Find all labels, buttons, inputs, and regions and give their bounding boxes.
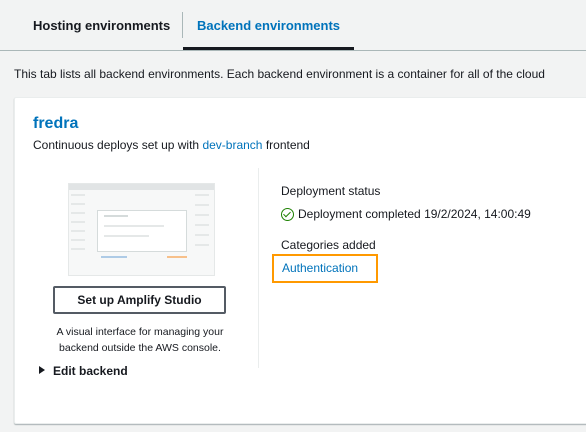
preview-top-bar [69, 184, 214, 190]
studio-help-line-1: A visual interface for managing your [56, 326, 224, 338]
categories-added-label: Categories added [281, 238, 376, 252]
preview-sidebar [71, 194, 85, 269]
tab-bar: Hosting environments Backend environment… [0, 0, 586, 51]
edit-backend-toggle[interactable]: Edit backend [39, 364, 128, 378]
setup-amplify-studio-button[interactable]: Set up Amplify Studio [53, 286, 226, 314]
studio-preview-image [68, 183, 215, 276]
tab-backend-environments[interactable]: Backend environments [183, 0, 354, 50]
env-desc-prefix: Continuous deploys set up with [33, 138, 203, 152]
tab-hosting-environments[interactable]: Hosting environments [33, 0, 170, 50]
branch-link[interactable]: dev-branch [202, 138, 262, 152]
deployment-status-value: Deployment completed 19/2/2024, 14:00:49 [281, 207, 531, 221]
deployment-status-text: Deployment completed 19/2/2024, 14:00:49 [298, 207, 531, 221]
studio-help-line-2: backend outside the AWS console. [59, 342, 221, 354]
edit-backend-label: Edit backend [53, 364, 128, 378]
backend-environment-card: fredra Continuous deploys set up with de… [14, 97, 586, 424]
preview-panel [97, 210, 187, 252]
caret-right-icon [39, 366, 45, 374]
authentication-category-link[interactable]: Authentication [272, 254, 378, 283]
studio-help-text: A visual interface for managing your bac… [45, 324, 235, 356]
preview-right-column [195, 194, 209, 264]
environment-name[interactable]: fredra [33, 115, 78, 133]
preview-orange-line [167, 256, 187, 258]
deployment-status-label: Deployment status [281, 184, 381, 198]
environment-description: Continuous deploys set up with dev-branc… [33, 138, 310, 152]
column-divider [258, 168, 259, 368]
tab-description: This tab lists all backend environments.… [14, 67, 545, 81]
preview-blue-line [101, 256, 127, 258]
check-circle-icon [281, 208, 294, 221]
active-tab-indicator [183, 47, 354, 50]
env-desc-suffix: frontend [262, 138, 310, 152]
